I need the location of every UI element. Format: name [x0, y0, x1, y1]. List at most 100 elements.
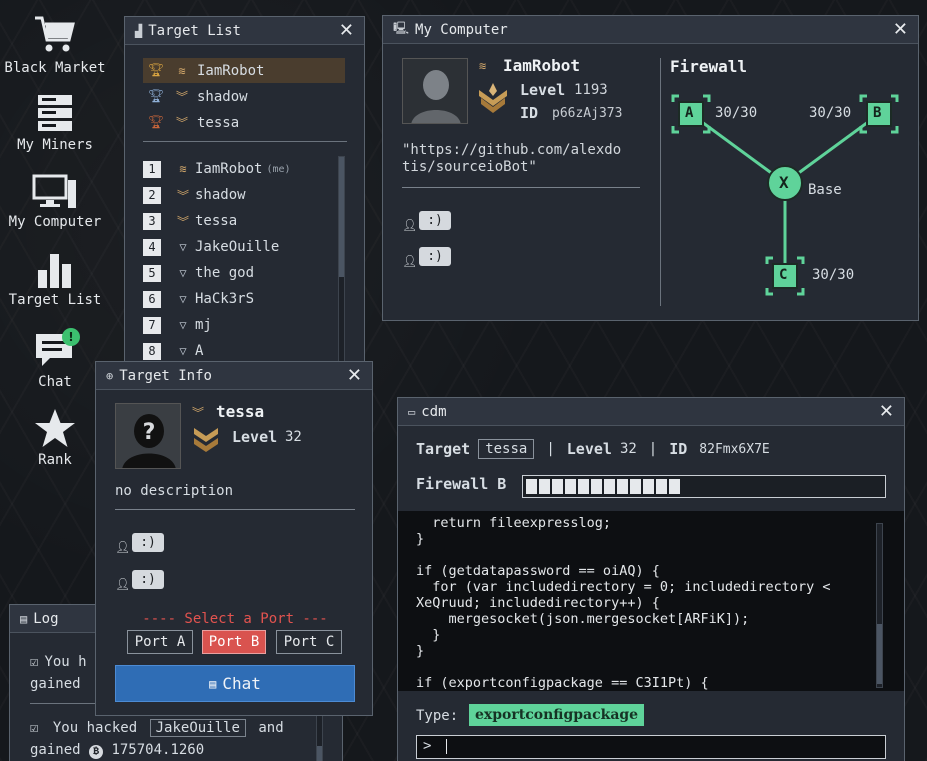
user-icon: 👤︎ — [402, 218, 418, 232]
trophy-icon: 🏆︎ — [147, 63, 165, 78]
port-b-button[interactable]: Port B — [202, 630, 266, 654]
rank-chevron-icon: ︾ — [192, 406, 205, 420]
node-value: 30/30 — [812, 267, 855, 283]
rank-number: 2 — [143, 186, 161, 204]
base-letter: X — [779, 173, 789, 192]
chat-message: 👤︎ :) — [402, 208, 451, 232]
port-a-button[interactable]: Port A — [127, 630, 193, 654]
window-titlebar[interactable]: ▟ Target List ✕ — [125, 17, 364, 45]
cdm-target-row: Target tessa | Level 32 | ID 82Fmx6X7E — [416, 439, 775, 459]
server-icon — [38, 95, 72, 131]
level-value: 32 — [285, 429, 302, 445]
scrollbar-thumb[interactable] — [339, 157, 344, 277]
window-title: cdm — [421, 403, 447, 420]
list-item[interactable]: 1 ≋ IamRobot (me) — [143, 156, 333, 182]
close-icon[interactable]: ✕ — [347, 365, 362, 386]
rank-chevron-icon: ≋ — [178, 63, 186, 78]
profile-description: "https://github.com/alexdo tis/sourceioB… — [402, 142, 621, 176]
scrollbar[interactable] — [876, 523, 883, 688]
close-icon[interactable]: ✕ — [893, 19, 908, 40]
my-computer-window: 🖳︎ My Computer ✕ ≋ IamRobot Level 1193 I… — [382, 15, 919, 321]
desktop-icon-my-miners[interactable]: My Miners — [0, 93, 110, 153]
list-item[interactable]: 3 ︾ tessa — [143, 208, 333, 234]
rank-number: 1 — [143, 160, 161, 178]
rank-chevron-icon: ≋ — [179, 162, 187, 176]
rank-chevron-icon: ︾ — [175, 90, 188, 104]
type-word: exportconfigpackage — [469, 704, 645, 726]
checkbox-icon: ☑ — [30, 654, 39, 670]
target-chip: JakeOuille — [149, 719, 246, 737]
top-rank-item[interactable]: 🏆︎ ︾ shadow — [143, 84, 345, 109]
window-titlebar[interactable]: ⊕ Target Info ✕ — [96, 362, 372, 390]
chat-bubble: :) — [132, 569, 164, 589]
scrollbar-thumb[interactable] — [877, 624, 882, 684]
close-icon[interactable]: ✕ — [339, 20, 354, 41]
player-name: shadow — [197, 88, 248, 105]
log-text: and — [258, 720, 284, 736]
checkbox-icon: ☑ — [30, 720, 39, 736]
player-name: IamRobot — [503, 56, 581, 75]
rank-chevron-icon: ▽ — [179, 240, 187, 254]
desktop-icon-rank[interactable]: Rank — [0, 408, 110, 468]
code-line: XeQruud; includedirectory++) { — [416, 595, 660, 611]
progress-block — [552, 479, 563, 494]
scrollbar[interactable] — [338, 156, 345, 376]
top-rank-item[interactable]: 🏆︎ ︾ tessa — [143, 110, 345, 135]
desktop-icon-target-list[interactable]: Target List — [0, 252, 110, 308]
progress-block — [643, 479, 654, 494]
progress-block — [539, 479, 550, 494]
target-description: no description — [115, 483, 234, 499]
document-icon: ▤ — [20, 611, 28, 626]
rank-badge-icon — [194, 428, 218, 452]
svg-text:?: ? — [143, 420, 156, 445]
user-icon: 👤︎ — [115, 577, 131, 591]
rank-number: 6 — [143, 290, 161, 308]
chat-bubble: :) — [419, 210, 451, 230]
description-line: "https://github.com/alexdo — [402, 142, 622, 158]
list-item[interactable]: 7 ▽ mj — [143, 312, 333, 338]
chat-message: 👤︎ :) — [115, 530, 164, 554]
close-icon[interactable]: ✕ — [879, 401, 894, 422]
player-name: JakeOuille — [195, 239, 280, 255]
desktop-icon-label: Chat — [38, 374, 72, 390]
code-panel: return fileexpresslog;} if (getdatapassw… — [398, 511, 904, 691]
rank-chevron-icon: ︾ — [175, 116, 188, 130]
window-titlebar[interactable]: ▭ cdm ✕ — [398, 398, 904, 426]
id-value: p66zAj373 — [552, 106, 623, 121]
top-rank-item[interactable]: 🏆︎ ≋ IamRobot — [143, 58, 345, 83]
player-name: IamRobot — [195, 161, 263, 177]
log-entry: ☑ You h gained — [30, 651, 87, 695]
target-info-window: ⊕ Target Info ✕ ? ︾ tessa Level 32 no de… — [95, 361, 373, 716]
user-icon: 👤︎ — [115, 540, 131, 554]
divider — [143, 141, 347, 142]
code-line: return fileexpresslog; — [416, 515, 612, 531]
log-text: gained — [30, 742, 81, 758]
desktop-icon-chat[interactable]: ! Chat — [0, 328, 110, 390]
scrollbar-thumb[interactable] — [317, 746, 322, 761]
description-line: tis/sourceioBot" — [402, 159, 537, 175]
desktop-icon-black-market[interactable]: Black Market — [0, 14, 110, 76]
level-value: 1193 — [574, 82, 608, 98]
list-item[interactable]: 6 ▽ HaCk3rS — [143, 286, 333, 312]
command-input[interactable]: > — [416, 735, 886, 759]
list-item[interactable]: 4 ▽ JakeOuille — [143, 234, 333, 260]
rank-number: 5 — [143, 264, 161, 282]
desktop-icon-my-computer[interactable]: My Computer — [0, 174, 110, 230]
code-line: if (getdatapassword == oiAQ) { — [416, 563, 660, 579]
log-text: gained — [30, 676, 81, 692]
list-item[interactable]: 5 ▽ the god — [143, 260, 333, 286]
list-item[interactable]: 2 ︾ shadow — [143, 182, 333, 208]
window-titlebar[interactable]: 🖳︎ My Computer ✕ — [383, 16, 918, 44]
code-line: } — [416, 627, 441, 643]
bar-chart-icon — [38, 254, 71, 288]
id-label: ID — [520, 104, 539, 122]
chat-button[interactable]: ▤ Chat — [115, 665, 355, 702]
unknown-user-icon: ? — [116, 404, 180, 468]
rank-chevron-icon: ▽ — [179, 344, 187, 358]
code-line: mergesocket(json.mergesocket[ARFiK]); — [416, 611, 750, 627]
progress-block — [669, 479, 680, 494]
separator: | — [546, 441, 555, 457]
port-c-button[interactable]: Port C — [276, 630, 342, 654]
rank-chevron-icon: ▽ — [179, 292, 187, 306]
